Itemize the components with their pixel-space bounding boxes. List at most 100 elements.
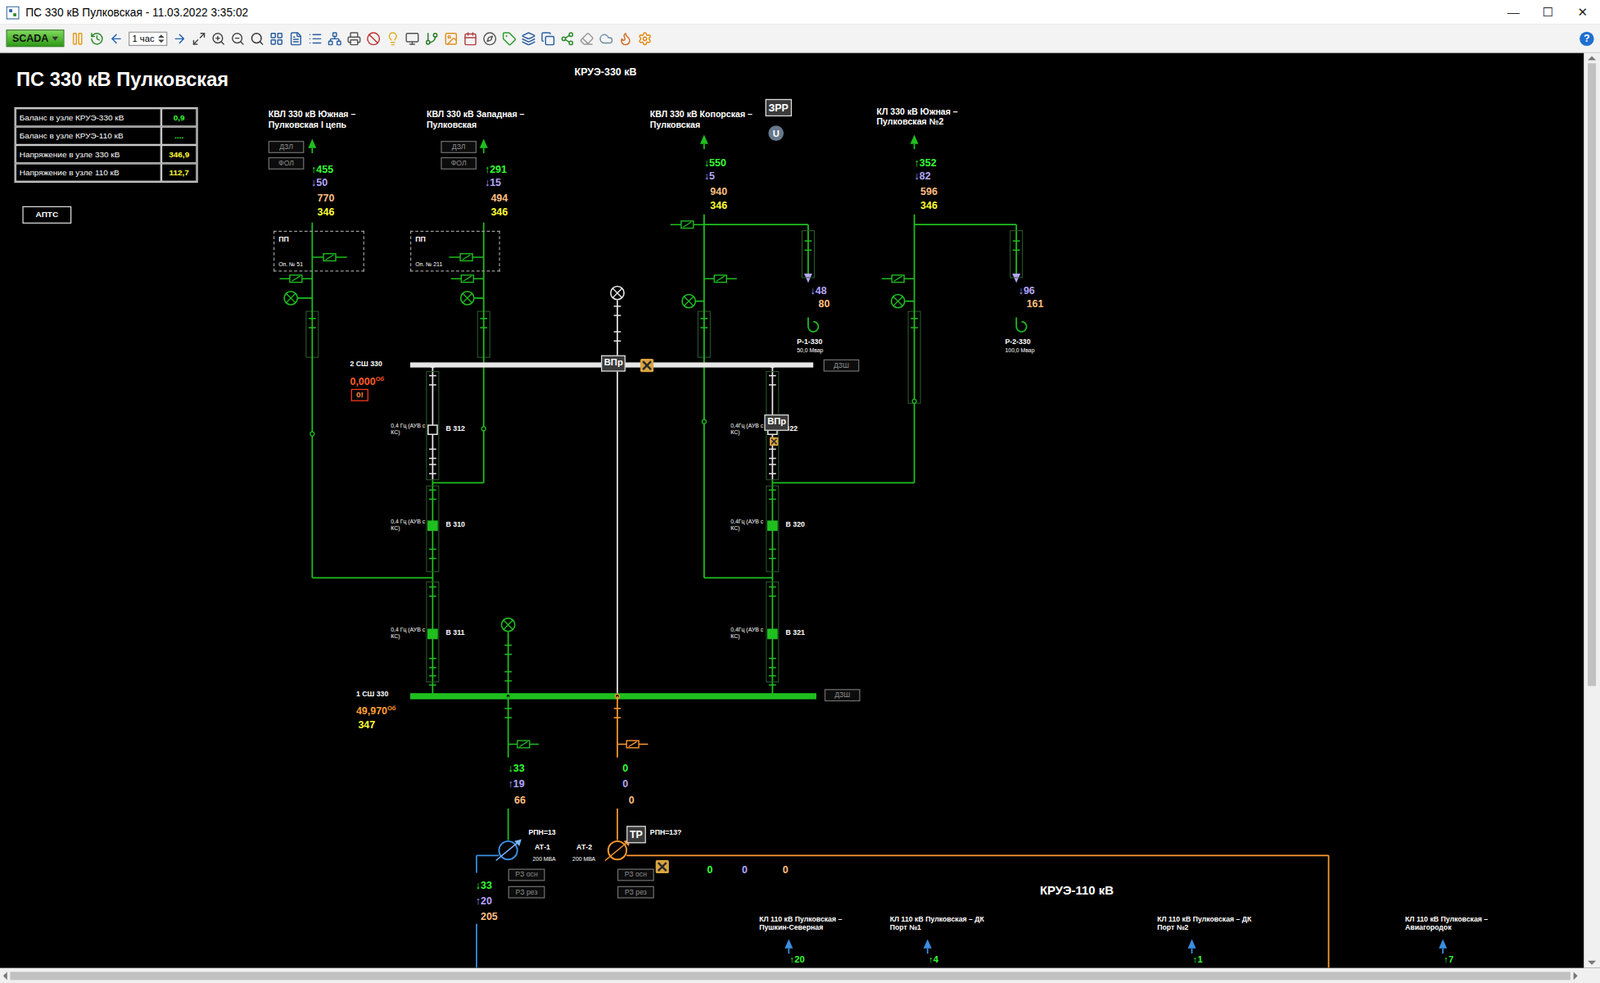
- spinner[interactable]: [158, 34, 164, 43]
- feeder-name[interactable]: КВЛ 330 кВ Копорская – Пулковская: [650, 110, 763, 131]
- hv-reactive-power: 0: [622, 777, 629, 790]
- zoom-in-icon[interactable]: [211, 31, 226, 46]
- transformer-name[interactable]: АТ-2: [576, 842, 593, 851]
- protection-badge[interactable]: ФОЛ: [268, 157, 305, 170]
- block-icon[interactable]: [366, 31, 381, 46]
- bus-protection-badge[interactable]: ДЗШ: [823, 359, 860, 372]
- breaker-note: 0,4Гц (АУВ с КС): [730, 626, 769, 640]
- protection-badge[interactable]: ФОЛ: [440, 157, 477, 170]
- feeder-110-name[interactable]: КЛ 110 кВ Пулковская – Авиагородок: [1405, 915, 1512, 932]
- bus-name: 1 СШ 330: [356, 689, 389, 698]
- transformer-protection-badge[interactable]: РЗ рез: [617, 885, 655, 899]
- bulb-icon[interactable]: [385, 31, 400, 46]
- transformer-rating: 200 МВА: [533, 854, 556, 862]
- bus-alarm: 0!: [351, 388, 369, 402]
- horizontal-scroll-thumb[interactable]: [9, 971, 1570, 980]
- mv-current: 0: [782, 863, 789, 875]
- close-button[interactable]: ✕: [1565, 0, 1600, 25]
- feeder-110-name[interactable]: КЛ 110 кВ Пулковская – ДК Порт №1: [890, 915, 997, 932]
- compass-icon[interactable]: [483, 31, 498, 46]
- window-controls: —☐✕: [1496, 0, 1600, 25]
- bus-protection-badge[interactable]: ДЗШ: [824, 688, 861, 701]
- document-icon[interactable]: [289, 31, 303, 46]
- vertical-scroll-thumb[interactable]: [1587, 63, 1596, 686]
- voltage: 346: [317, 206, 335, 218]
- maximize-button[interactable]: ☐: [1530, 0, 1565, 25]
- spin-down-icon[interactable]: [158, 39, 164, 43]
- reactor-rating: 100,0 Мвар: [1005, 347, 1036, 354]
- breaker-name[interactable]: В 310: [446, 520, 466, 529]
- active-power: ↑455: [311, 162, 334, 175]
- mode-button[interactable]: SCADA: [5, 29, 64, 47]
- fit-icon[interactable]: [192, 31, 207, 46]
- layers-icon[interactable]: [521, 31, 536, 46]
- bus-name: 2 СШ 330: [349, 360, 382, 369]
- info-label: Напряжение в узле 110 кВ: [15, 162, 162, 181]
- copy-icon[interactable]: [541, 31, 556, 46]
- coupler-marker[interactable]: ВПр: [601, 355, 626, 372]
- horizontal-scrollbar[interactable]: [0, 967, 1600, 983]
- feeder-110-name[interactable]: КЛ 110 кВ Пулковская – ДК Порт №2: [1157, 915, 1264, 932]
- protection-badge[interactable]: ДЗЛ: [440, 140, 477, 154]
- breaker-name[interactable]: В 320: [786, 520, 805, 529]
- breaker-name[interactable]: В 321: [786, 628, 805, 638]
- feeder-110-name[interactable]: КЛ 110 кВ Пулковская – Пушкин-Северная: [759, 915, 866, 932]
- cloud-icon[interactable]: [599, 31, 614, 46]
- breaker-marker[interactable]: ВПр: [763, 414, 789, 431]
- scheme-icon[interactable]: [424, 31, 439, 46]
- feeder-name[interactable]: КЛ 330 кВ Южная – Пулковская №2: [876, 107, 984, 127]
- print-icon[interactable]: [347, 31, 362, 46]
- breaker-note: 0,4 Гц (АУВ с КС): [390, 518, 429, 532]
- transformer-protection-badge[interactable]: РЗ осн: [508, 868, 546, 882]
- reactive-power: ↓5: [704, 170, 715, 182]
- vertical-scrollbar[interactable]: [1583, 53, 1600, 968]
- scroll-right-icon[interactable]: [1573, 971, 1578, 980]
- forward-icon[interactable]: [172, 31, 187, 46]
- current: 770: [317, 191, 335, 204]
- transformer-marker[interactable]: ТР: [626, 825, 646, 843]
- help-button[interactable]: ?: [1579, 31, 1594, 46]
- transformer-protection-badge[interactable]: РЗ рез: [508, 885, 546, 899]
- history-icon[interactable]: [89, 31, 104, 46]
- feeder-name[interactable]: КВЛ 330 кВ Западная – Пулковская: [426, 110, 543, 131]
- image-icon[interactable]: [443, 31, 458, 46]
- reactor-current: 80: [818, 298, 830, 310]
- scroll-up-icon[interactable]: [1587, 56, 1596, 61]
- share-icon[interactable]: [560, 31, 575, 46]
- layout-icon[interactable]: [269, 31, 284, 46]
- diagram: ПС 330 кВ ПулковскаяКРУЭ-330 кВКРУЭ-110 …: [0, 53, 1584, 968]
- transformer-name[interactable]: АТ-1: [534, 842, 551, 851]
- tag-icon[interactable]: [501, 31, 516, 46]
- zoom-out-icon[interactable]: [230, 31, 245, 46]
- app-icon: [5, 5, 19, 19]
- calendar-icon[interactable]: [463, 31, 478, 46]
- interval-field[interactable]: 1 час: [127, 31, 168, 46]
- pp-support: Оп. № 51: [278, 261, 359, 267]
- breaker-name[interactable]: В 311: [446, 628, 466, 638]
- settings-icon[interactable]: [637, 31, 652, 46]
- tag-box[interactable]: ЗРР: [765, 99, 792, 117]
- list-icon[interactable]: [308, 31, 323, 46]
- pp-label: ПП: [415, 235, 495, 244]
- aptc-button[interactable]: АПТС: [22, 206, 72, 224]
- wiring-diagram: [0, 53, 1584, 968]
- back-icon[interactable]: [108, 31, 123, 46]
- pp-box[interactable]: ППОп. № 211: [410, 230, 501, 272]
- substation-title: ПС 330 кВ Пулковская: [16, 67, 229, 91]
- spin-up-icon[interactable]: [158, 34, 164, 38]
- network-icon[interactable]: [327, 31, 342, 46]
- eraser-icon[interactable]: [579, 31, 594, 46]
- pause-icon[interactable]: [69, 31, 84, 46]
- pp-box[interactable]: ППОп. № 51: [273, 230, 365, 272]
- minimize-button[interactable]: —: [1496, 0, 1531, 25]
- scroll-down-icon[interactable]: [1587, 960, 1596, 965]
- find-icon[interactable]: [250, 31, 265, 46]
- protection-badge[interactable]: ДЗЛ: [268, 140, 305, 154]
- flame-icon[interactable]: [619, 31, 633, 46]
- transformer-protection-badge[interactable]: РЗ осн: [617, 868, 655, 882]
- scroll-left-icon[interactable]: [3, 971, 8, 980]
- monitor-icon[interactable]: [405, 31, 420, 46]
- feeder-name[interactable]: КВЛ 330 кВ Южная – Пулковская I цепь: [268, 110, 381, 131]
- tag-circle[interactable]: U: [768, 125, 784, 141]
- breaker-name[interactable]: В 312: [446, 424, 466, 433]
